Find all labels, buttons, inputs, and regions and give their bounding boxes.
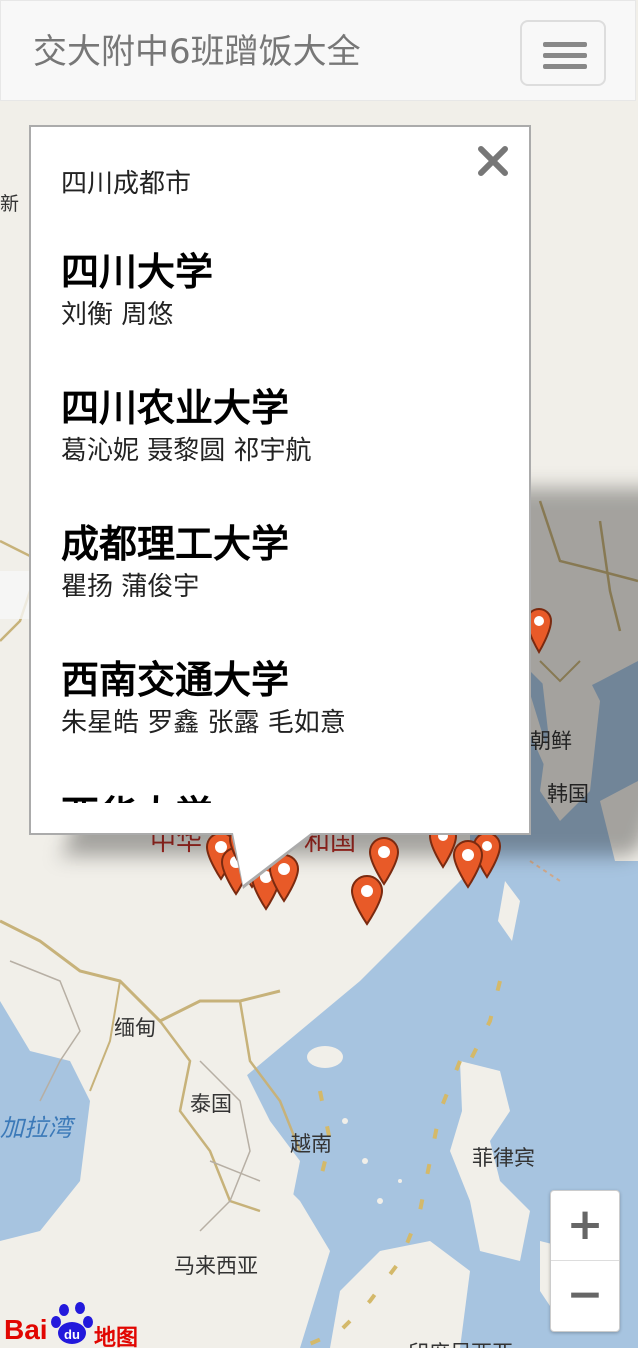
- map-label-myanmar: 缅甸: [114, 1016, 156, 1040]
- zoom-in-button[interactable]: +: [551, 1191, 619, 1261]
- map-label-bay-of-bengal: 加拉湾: [0, 1114, 72, 1142]
- university-name: 成都理工大学: [61, 522, 290, 566]
- map-label-philippines: 菲律宾: [472, 1146, 535, 1170]
- map-label-thailand: 泰国: [190, 1092, 232, 1116]
- baidu-paw-icon: du: [51, 1302, 93, 1344]
- map-label-vietnam: 越南: [290, 1132, 332, 1156]
- student-names: 刘衡 周悠: [61, 300, 174, 330]
- info-window-tail: [233, 833, 311, 885]
- zoom-out-button[interactable]: −: [551, 1261, 619, 1331]
- close-icon[interactable]: [475, 143, 511, 179]
- info-window: 四川成都市 四川大学 刘衡 周悠 四川农业大学 葛沁妮 聂黎圆 祁宇航 成都理工…: [29, 125, 531, 835]
- university-item: 西南交通大学 朱星皓 罗鑫 张露 毛如意: [61, 655, 346, 741]
- university-name: 四川大学: [61, 250, 214, 294]
- university-item: 西华大学: [61, 790, 213, 803]
- map-label-fragment: 新: [0, 193, 20, 215]
- info-window-title: 四川成都市: [61, 169, 192, 199]
- navbar: 交大附中6班蹭饭大全: [0, 0, 636, 101]
- student-names: 朱星皓 罗鑫 张露 毛如意: [61, 708, 346, 738]
- menu-toggle-button[interactable]: [520, 20, 606, 86]
- student-names: 瞿扬 蒲俊宇: [61, 572, 200, 602]
- university-item: 四川农业大学 葛沁妮 聂黎圆 祁宇航: [61, 383, 312, 469]
- university-name: 四川农业大学: [61, 386, 290, 430]
- university-name: 西华大学: [61, 790, 213, 803]
- svg-text:du: du: [64, 1327, 80, 1342]
- university-item: 四川大学 刘衡 周悠: [61, 247, 213, 333]
- map-label-indonesia: 印度尼西亚: [408, 1337, 513, 1348]
- university-list[interactable]: 四川大学 刘衡 周悠 四川农业大学 葛沁妮 聂黎圆 祁宇航 成都理工大学 瞿扬 …: [31, 237, 529, 803]
- map-label-malaysia: 马来西亚: [174, 1254, 258, 1278]
- brand-title[interactable]: 交大附中6班蹭饭大全: [33, 27, 361, 77]
- university-item: 成都理工大学 瞿扬 蒲俊宇: [61, 519, 289, 605]
- app-page: 交大附中6班蹭饭大全 新 朝鲜 韩国 缅甸 泰国 越南 菲律宾 马来西亚 加拉湾…: [0, 0, 638, 1348]
- university-name: 西南交通大学: [61, 658, 290, 702]
- student-names: 葛沁妮 聂黎圆 祁宇航: [61, 436, 312, 466]
- zoom-control: + −: [550, 1190, 620, 1332]
